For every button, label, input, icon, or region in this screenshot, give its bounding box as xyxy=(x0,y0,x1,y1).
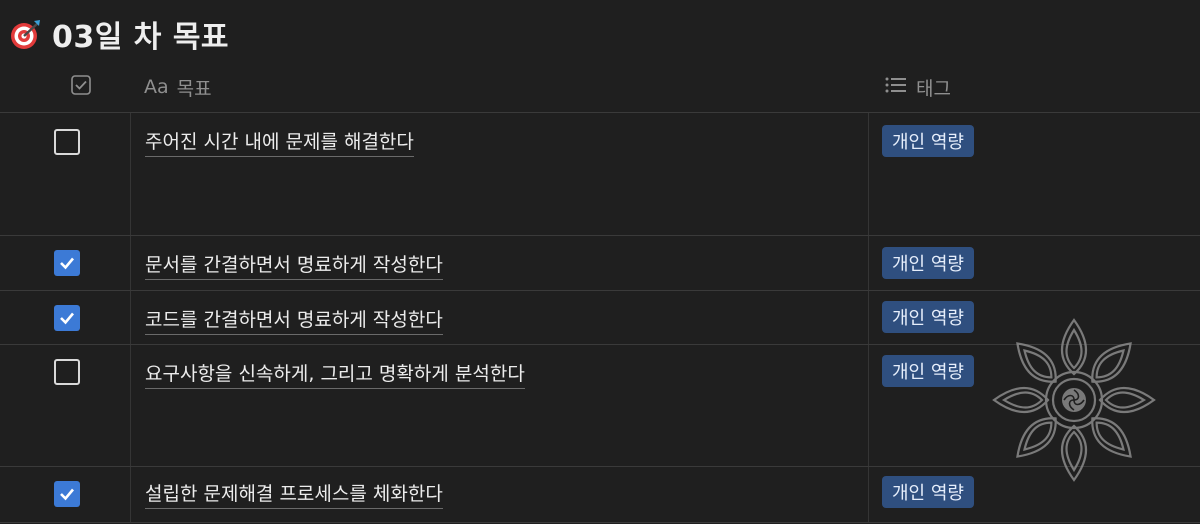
goal-text[interactable]: 문서를 간결하면서 명료하게 작성한다 xyxy=(145,250,443,280)
goal-text[interactable]: 설립한 문제해결 프로세스를 체화한다 xyxy=(145,479,443,509)
target-icon xyxy=(8,16,44,52)
tag-badge[interactable]: 개인 역량 xyxy=(882,125,974,157)
row-checkbox[interactable] xyxy=(54,250,80,276)
check-icon xyxy=(60,257,74,270)
check-icon xyxy=(60,488,74,501)
list-icon xyxy=(884,75,908,100)
header-goal-label: 목표 xyxy=(176,77,212,100)
tag-badge[interactable]: 개인 역량 xyxy=(882,301,974,333)
row-checkbox[interactable] xyxy=(54,481,80,507)
row-checkbox[interactable] xyxy=(54,359,80,385)
title-bar: 03일 차 목표 xyxy=(8,10,229,58)
row-checkbox[interactable] xyxy=(54,129,80,155)
check-icon xyxy=(60,312,74,325)
header-goal[interactable]: Aa 목표 xyxy=(144,62,212,112)
mandala-watermark-icon xyxy=(992,318,1156,482)
header-tag-label: 태그 xyxy=(916,77,951,100)
row-checkbox[interactable] xyxy=(54,305,80,331)
table-header: Aa 목표 태그 xyxy=(0,62,1200,113)
table-row: 주어진 시간 내에 문제를 해결한다 개인 역량 xyxy=(0,113,1200,236)
checkbox-icon xyxy=(70,74,92,101)
goal-text[interactable]: 주어진 시간 내에 문제를 해결한다 xyxy=(145,127,414,157)
header-tag[interactable]: 태그 xyxy=(884,62,951,112)
tag-badge[interactable]: 개인 역량 xyxy=(882,355,974,387)
tag-badge[interactable]: 개인 역량 xyxy=(882,476,974,508)
goal-text[interactable]: 코드를 간결하면서 명료하게 작성한다 xyxy=(145,305,443,335)
page-title: 03일 차 목표 xyxy=(52,20,230,55)
goal-text[interactable]: 요구사항을 신속하게, 그리고 명확하게 분석한다 xyxy=(145,359,525,389)
table-row: 문서를 간결하면서 명료하게 작성한다 개인 역량 xyxy=(0,236,1200,291)
text-property-icon: Aa xyxy=(144,76,169,98)
header-checkbox[interactable] xyxy=(70,62,92,112)
tag-badge[interactable]: 개인 역량 xyxy=(882,247,974,279)
